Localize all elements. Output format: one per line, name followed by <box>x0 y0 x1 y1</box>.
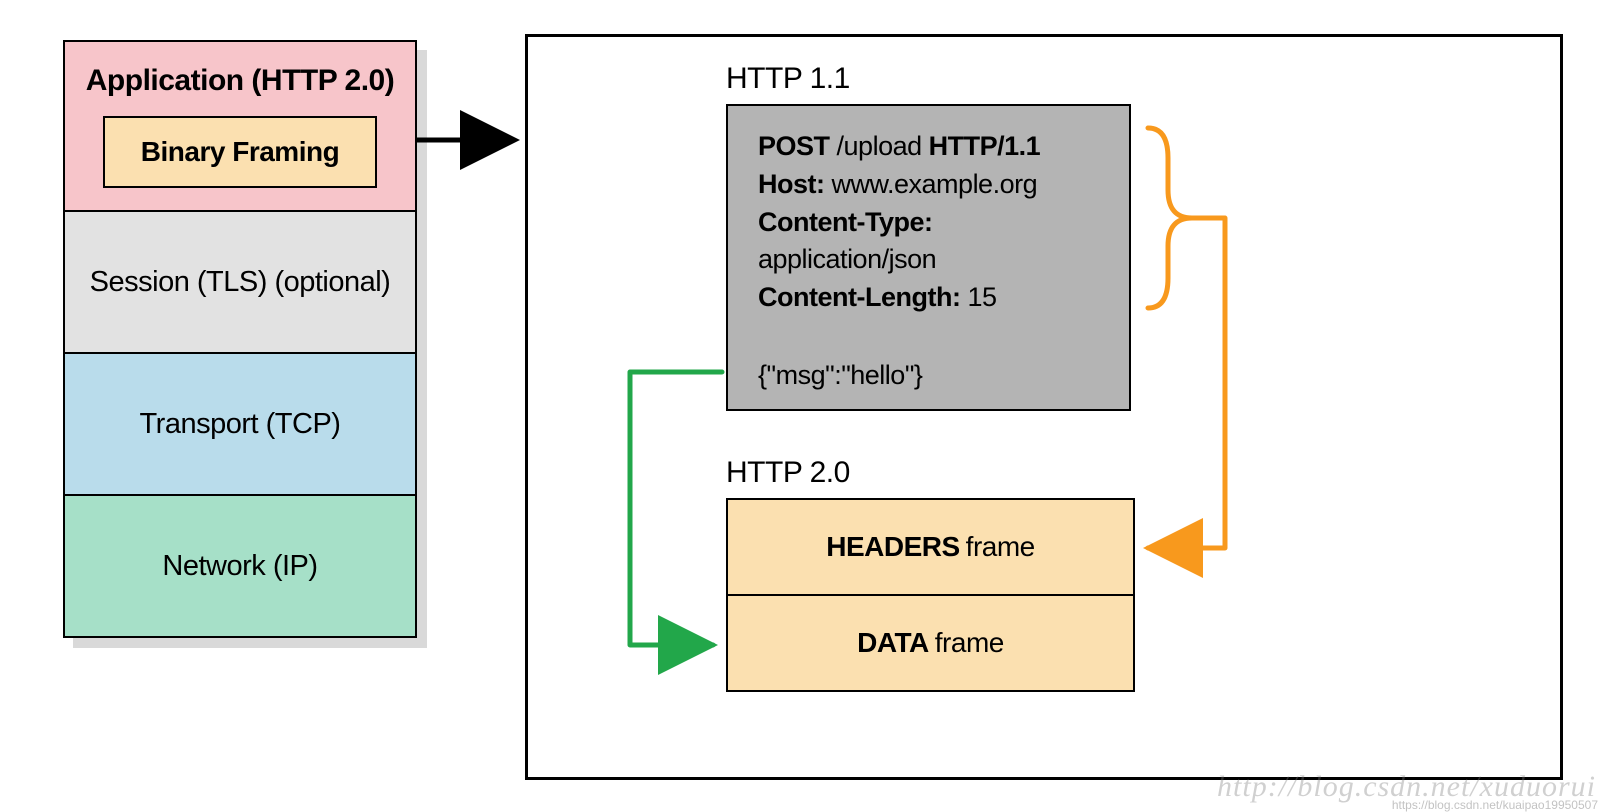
content-type-label: Content-Type: <box>758 207 932 237</box>
layer-network: Network (IP) <box>65 494 415 636</box>
header-host: Host: www.example.org <box>758 166 1109 204</box>
header-content-type: Content-Type: application/json <box>758 204 1109 280</box>
host-label: Host: <box>758 169 825 199</box>
host-value: www.example.org <box>832 169 1038 199</box>
layer-application: Application (HTTP 2.0) Binary Framing <box>65 42 415 210</box>
headers-frame: HEADERS frame <box>728 500 1133 594</box>
request-body: {"msg":"hello"} <box>758 357 1109 395</box>
application-title: Application (HTTP 2.0) <box>86 64 394 98</box>
layer-transport: Transport (TCP) <box>65 352 415 494</box>
content-length-label: Content-Length: <box>758 282 960 312</box>
data-frame-bold: DATA <box>857 627 929 659</box>
headers-frame-rest: frame <box>966 531 1035 563</box>
request-version: HTTP/1.1 <box>929 131 1041 161</box>
http20-label: HTTP 2.0 <box>726 456 850 490</box>
data-frame-rest: frame <box>935 627 1004 659</box>
content-type-value: application/json <box>758 244 936 274</box>
http20-frames-box: HEADERS frame DATA frame <box>726 498 1135 692</box>
request-line: POST /upload HTTP/1.1 <box>758 128 1109 166</box>
header-content-length: Content-Length: 15 <box>758 279 1109 317</box>
protocol-stack: Application (HTTP 2.0) Binary Framing Se… <box>63 40 417 638</box>
data-frame: DATA frame <box>728 594 1133 690</box>
http11-request-box: POST /upload HTTP/1.1 Host: www.example.… <box>726 104 1131 411</box>
watermark-small: https://blog.csdn.net/kuaipao19950507 <box>1392 798 1598 812</box>
content-length-value: 15 <box>967 282 996 312</box>
binary-framing-box: Binary Framing <box>103 116 377 188</box>
layer-session: Session (TLS) (optional) <box>65 210 415 352</box>
http11-label: HTTP 1.1 <box>726 62 850 96</box>
request-path: /upload <box>837 131 922 161</box>
headers-frame-bold: HEADERS <box>826 531 959 563</box>
request-method: POST <box>758 131 830 161</box>
